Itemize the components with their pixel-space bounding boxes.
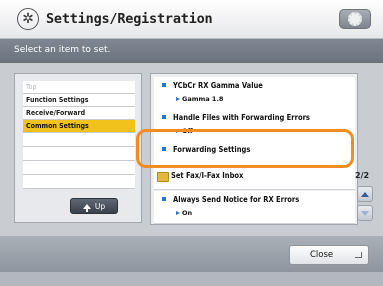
folder-icon bbox=[157, 172, 169, 182]
up-arrow-icon bbox=[82, 203, 91, 212]
list-item-fax-inbox[interactable]: Set Fax/I-Fax Inbox bbox=[154, 170, 355, 190]
triangle-down-icon bbox=[361, 210, 369, 216]
list-item-value: Off bbox=[176, 127, 193, 135]
footer-strip bbox=[0, 272, 383, 286]
scroll-up-button[interactable] bbox=[357, 186, 373, 202]
nav-item-common-settings[interactable]: Common Settings bbox=[23, 120, 135, 133]
list-item-handle-forwarding-errors[interactable]: Handle Files with Forwarding Errors Off bbox=[154, 109, 355, 142]
gear-icon bbox=[348, 12, 362, 26]
gear-icon-button[interactable] bbox=[339, 9, 371, 29]
list-item-title: Forwarding Settings bbox=[173, 145, 251, 154]
bullet-icon bbox=[162, 83, 166, 87]
close-button[interactable]: Close bbox=[289, 245, 369, 265]
header-bar: ✲ Settings/Registration bbox=[0, 0, 383, 39]
instruction-text: Select an item to set. bbox=[14, 45, 111, 55]
list-item-value: On bbox=[175, 209, 193, 217]
up-button-label: Up bbox=[94, 201, 106, 211]
list-item-title: Set Fax/I-Fax Inbox bbox=[171, 171, 244, 180]
list-item-title: Handle Files with Forwarding Errors bbox=[173, 113, 310, 122]
settings-list: YCbCr RX Gamma Value Gamma 1.8 Handle Fi… bbox=[150, 73, 358, 225]
triangle-up-icon bbox=[361, 191, 369, 197]
page-title: Settings/Registration bbox=[46, 11, 213, 27]
nav-empty-row bbox=[23, 175, 135, 189]
nav-empty-row bbox=[23, 133, 135, 147]
nav-item-top[interactable]: Top bbox=[23, 81, 135, 94]
page-indicator: 2/2 bbox=[355, 171, 370, 180]
nav-item-function-settings[interactable]: Function Settings bbox=[23, 94, 135, 107]
nav-empty-row bbox=[23, 161, 135, 175]
close-button-label: Close bbox=[310, 250, 334, 260]
list-item-always-send-notice[interactable]: Always Send Notice for RX Errors On bbox=[154, 191, 355, 224]
list-item-value: Gamma 1.8 bbox=[175, 95, 224, 103]
up-button[interactable]: Up bbox=[70, 198, 118, 214]
enter-icon bbox=[355, 252, 362, 258]
list-item-title: Always Send Notice for RX Errors bbox=[173, 195, 300, 204]
scroll-down-button[interactable] bbox=[357, 205, 373, 221]
bullet-icon bbox=[162, 115, 166, 119]
bullet-icon bbox=[162, 197, 166, 201]
settings-registration-icon: ✲ bbox=[17, 8, 39, 30]
nav-item-receive-forward[interactable]: Receive/Forward bbox=[23, 107, 135, 120]
list-item-ycbcr-gamma[interactable]: YCbCr RX Gamma Value Gamma 1.8 bbox=[154, 77, 355, 110]
instruction-bar: Select an item to set. bbox=[0, 39, 383, 63]
bullet-icon bbox=[162, 147, 166, 151]
list-item-title: YCbCr RX Gamma Value bbox=[173, 81, 263, 90]
nav-empty-row bbox=[23, 147, 135, 161]
